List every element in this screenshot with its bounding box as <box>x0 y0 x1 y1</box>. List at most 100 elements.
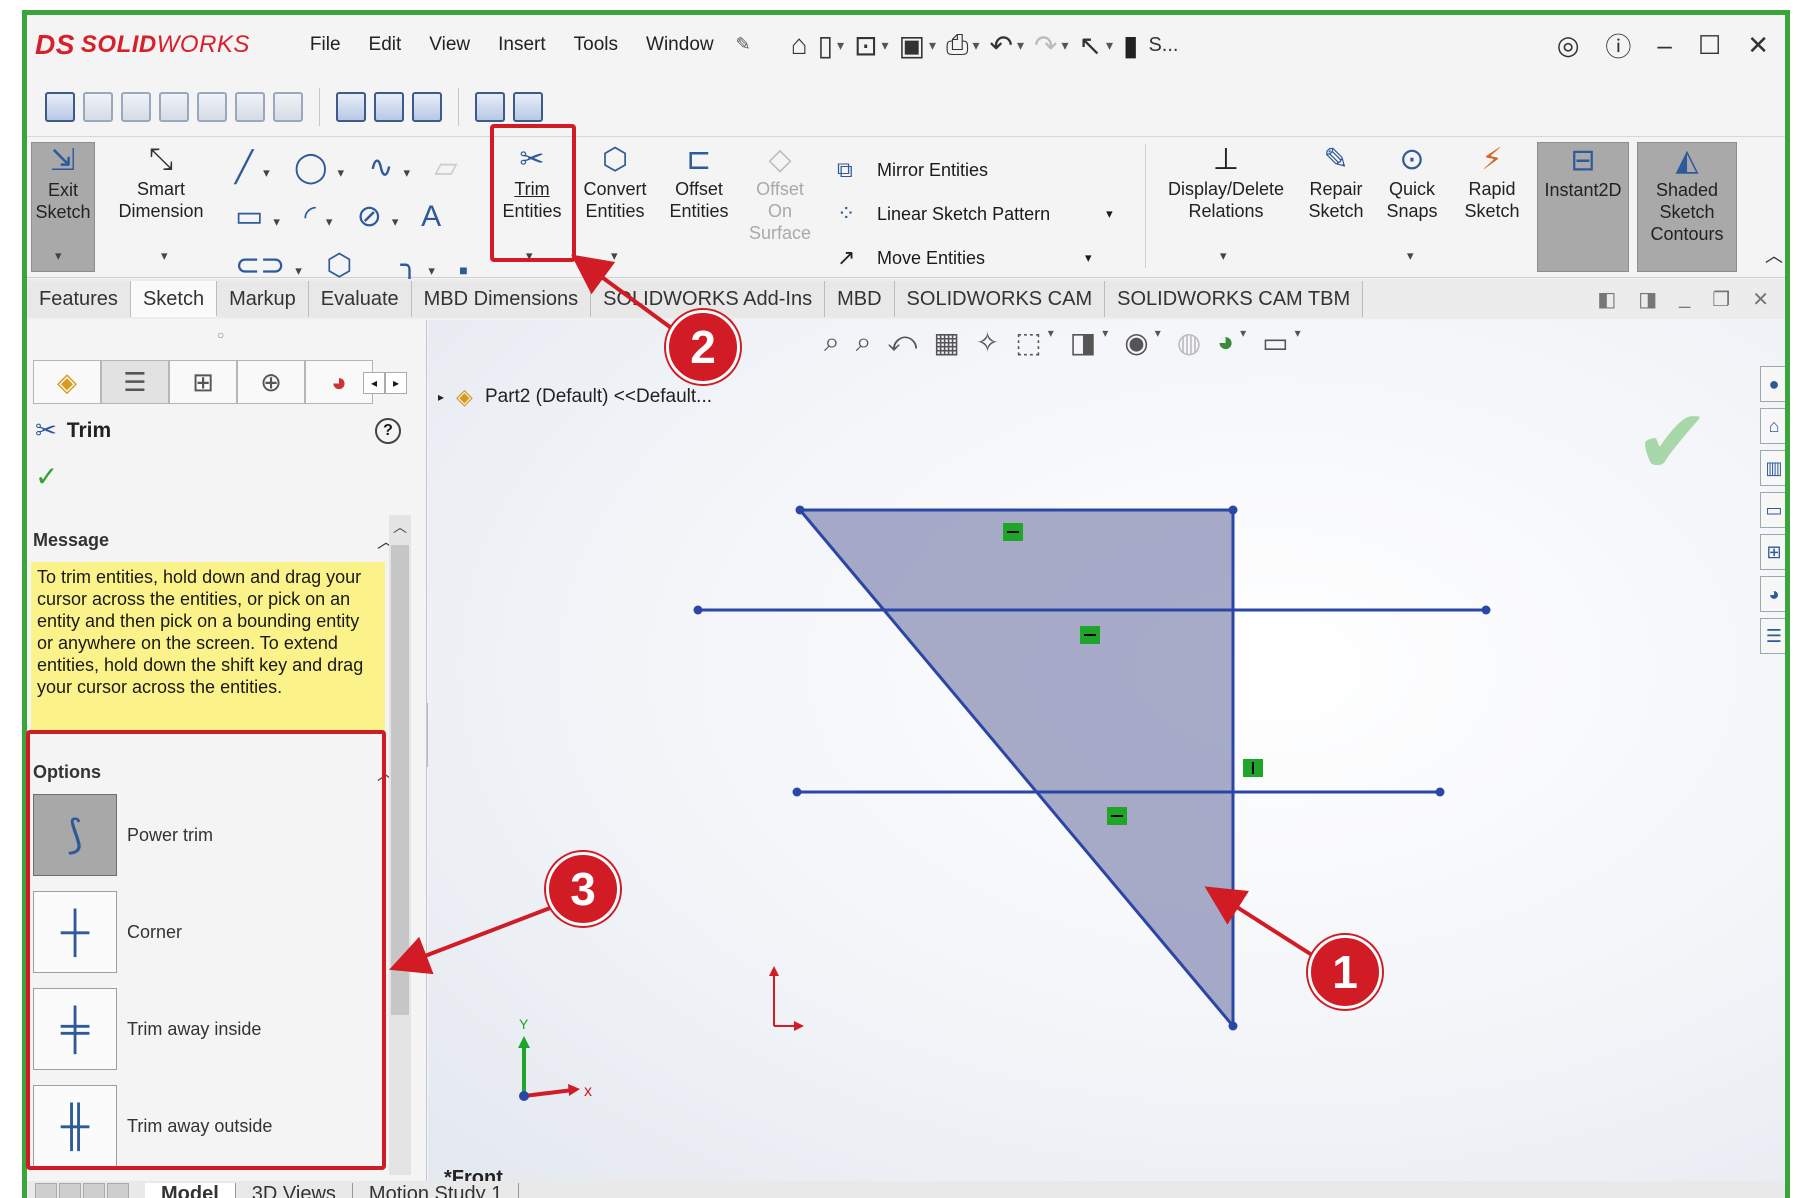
configuration-manager-tab-icon[interactable]: ⊞ <box>169 360 237 404</box>
tab-sketch[interactable]: Sketch <box>130 281 218 317</box>
polygon-icon[interactable]: ⬡ <box>326 249 352 282</box>
chevron-left-icon[interactable]: ◂ <box>363 372 385 394</box>
slot-icon[interactable]: ⊂⊃ <box>235 249 285 282</box>
panel-left-icon[interactable]: ◧ <box>1597 287 1616 312</box>
line-icon[interactable]: ╱ <box>235 151 253 184</box>
chevron-down-icon[interactable]: ▾ <box>161 248 168 264</box>
message-group-header[interactable]: Message <box>33 530 109 551</box>
user-account-icon[interactable]: ◎ <box>1557 30 1580 61</box>
next-tab-icon[interactable] <box>83 1183 105 1198</box>
tab-mbd[interactable]: MBD <box>825 281 895 317</box>
view-iso-icon[interactable] <box>273 91 303 122</box>
view-right-icon[interactable] <box>197 91 227 122</box>
arc-icon[interactable]: ◜ <box>304 200 316 233</box>
tab-motion-study-1[interactable]: Motion Study 1 <box>353 1182 520 1198</box>
new-document-icon[interactable]: ▯ ▾ <box>818 29 844 62</box>
close-icon[interactable]: ✕ <box>1747 30 1769 61</box>
maximize-icon[interactable]: ☐ <box>1698 30 1721 61</box>
sketch-plane-icon[interactable] <box>336 91 366 122</box>
chevron-down-icon[interactable]: ▾ <box>1106 206 1113 222</box>
doc-restore-icon[interactable]: ❐ <box>1712 287 1730 312</box>
text-icon[interactable]: A <box>421 200 441 233</box>
tab-model[interactable]: Model <box>145 1182 236 1198</box>
view-orientation-icon[interactable] <box>45 91 75 122</box>
convert-entities-button[interactable]: ⬡ Convert Entities <box>577 142 653 222</box>
search-commands-input[interactable]: S... <box>1148 34 1178 57</box>
copy-view-icon[interactable] <box>475 91 505 122</box>
solidworks-logo[interactable]: DS SOLID WORKS <box>35 29 250 61</box>
collapse-ribbon-icon[interactable]: ︿ <box>1765 242 1783 268</box>
chevron-down-icon[interactable]: ▾ <box>55 248 62 264</box>
shaded-sketch-contours-button[interactable]: ◭ Shaded Sketch Contours <box>1637 142 1737 272</box>
last-tab-icon[interactable] <box>107 1183 129 1198</box>
open-folder-icon[interactable]: ⊡ ▾ <box>854 29 889 62</box>
menu-insert[interactable]: Insert <box>484 34 560 56</box>
scrollbar-thumb[interactable] <box>391 545 409 1015</box>
tab-features[interactable]: Features <box>27 281 131 317</box>
chevron-down-icon[interactable]: ▾ <box>1407 248 1414 264</box>
tab-evaluate[interactable]: Evaluate <box>308 281 412 317</box>
property-manager-tab-icon[interactable]: ☰ <box>101 360 169 404</box>
menu-edit[interactable]: Edit <box>355 34 416 56</box>
chevron-down-icon[interactable]: ▾ <box>1085 250 1092 266</box>
instant2d-button[interactable]: ⊟ Instant2D <box>1537 142 1629 272</box>
pm-help-icon[interactable]: ? <box>375 418 401 444</box>
undo-icon[interactable]: ↶ ▾ <box>990 29 1025 62</box>
scroll-up-icon[interactable]: ︿ <box>389 517 411 537</box>
save-icon[interactable]: ▣ ▾ <box>899 29 937 62</box>
display-sketch-icon[interactable] <box>412 91 442 122</box>
display-delete-relations-button[interactable]: ⊥ Display/Delete Relations <box>1155 142 1297 222</box>
linear-sketch-pattern-button[interactable]: ⁘ Linear Sketch Pattern ▾ <box>837 192 1113 236</box>
tab-mbd-dimensions[interactable]: MBD Dimensions <box>411 281 592 317</box>
menu-view[interactable]: View <box>415 34 484 56</box>
menu-file[interactable]: File <box>296 34 355 56</box>
traffic-light-icon[interactable]: ▮ <box>1123 29 1138 62</box>
minimize-icon[interactable]: – <box>1657 30 1671 61</box>
paste-view-icon[interactable] <box>513 91 543 122</box>
pm-scrollbar[interactable]: ︿ ﹀ <box>389 515 411 1198</box>
prev-tab-icon[interactable] <box>59 1183 81 1198</box>
edit-sketch-icon[interactable] <box>374 91 404 122</box>
chevron-right-icon[interactable]: ▸ <box>385 372 407 394</box>
view-front-icon[interactable] <box>83 91 113 122</box>
panel-right-icon[interactable]: ◨ <box>1638 287 1657 312</box>
home-icon[interactable]: ⌂ <box>791 29 808 61</box>
exit-sketch-button[interactable]: ⇲ Exit Sketch <box>31 142 95 272</box>
help-icon[interactable]: ⓘ <box>1605 27 1631 64</box>
point-icon[interactable]: ■ <box>459 262 467 278</box>
ok-check-icon[interactable]: ✓ <box>35 460 58 493</box>
first-tab-icon[interactable] <box>35 1183 57 1198</box>
view-top-icon[interactable] <box>235 91 265 122</box>
ellipse-icon[interactable]: ⊘ <box>357 200 382 233</box>
move-entities-button[interactable]: ↗ Move Entities ▾ <box>837 236 1113 280</box>
rectangle-icon[interactable]: ▭ <box>235 200 263 233</box>
graphics-area[interactable]: ⌕ ⌕ ⤺ ▦ ✧ ⬚ ▾ ◨ ▾ ◉ ▾ ◍ ◕ ▾ ▭ ▾ ▸ ◈ Part2 (De… <box>428 320 1785 1190</box>
fillet-icon[interactable]: ╮ <box>400 249 418 282</box>
chevron-down-icon[interactable]: ▾ <box>1220 248 1227 264</box>
select-cursor-icon[interactable]: ↖ ▾ <box>1079 29 1114 62</box>
tab-solidworks-cam[interactable]: SOLIDWORKS CAM <box>894 281 1106 317</box>
tab-markup[interactable]: Markup <box>217 281 309 317</box>
offset-on-surface-button[interactable]: ◇ Offset On Surface <box>745 142 815 244</box>
rapid-sketch-button[interactable]: ⚡ Rapid Sketch <box>1457 142 1527 222</box>
pin-icon[interactable]: ✎ <box>736 34 751 56</box>
chevron-down-icon[interactable]: ▾ <box>611 248 618 264</box>
spline-icon[interactable]: ∿ <box>368 151 393 184</box>
view-back-icon[interactable] <box>121 91 151 122</box>
smart-dimension-button[interactable]: ⤡ Smart Dimension <box>107 142 215 222</box>
splitter-handle[interactable]: ○ <box>217 328 224 342</box>
tab-solidworks-cam-tbm[interactable]: SOLIDWORKS CAM TBM <box>1105 281 1364 317</box>
offset-entities-button[interactable]: ⊏ Offset Entities <box>663 142 735 222</box>
feature-manager-tab-icon[interactable]: ◈ <box>33 360 101 404</box>
menu-window[interactable]: Window <box>632 34 728 56</box>
doc-close-icon[interactable]: ✕ <box>1752 287 1769 312</box>
mirror-entities-button[interactable]: ⧉ Mirror Entities <box>837 148 1113 192</box>
redo-icon[interactable]: ↷ ▾ <box>1034 29 1069 62</box>
repair-sketch-button[interactable]: ✎ Repair Sketch <box>1301 142 1371 222</box>
quick-snaps-button[interactable]: ⊙ Quick Snaps <box>1379 142 1445 222</box>
polygon-circle-icon[interactable]: ◯ <box>294 151 328 184</box>
tab-3d-views[interactable]: 3D Views <box>236 1182 353 1198</box>
view-left-icon[interactable] <box>159 91 189 122</box>
doc-minimize-icon[interactable]: _ <box>1679 287 1690 312</box>
dimxpert-manager-tab-icon[interactable]: ⊕ <box>237 360 305 404</box>
